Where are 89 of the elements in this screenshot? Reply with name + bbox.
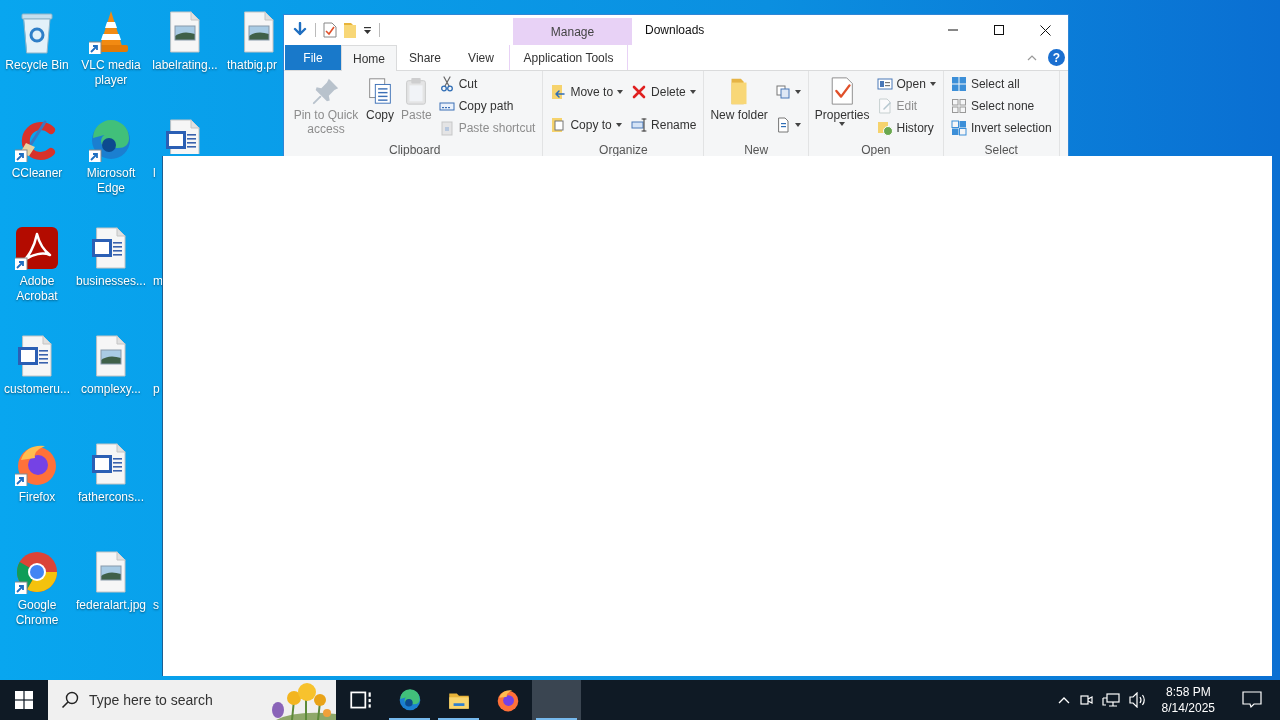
search-box[interactable]: Type here to search xyxy=(48,680,336,720)
ribbon-button[interactable]: Cut xyxy=(435,73,539,95)
copy-folder-icon xyxy=(550,116,567,133)
invert-selection-icon xyxy=(950,120,967,136)
icon-label[interactable]: federalart.jpg xyxy=(75,598,146,613)
delete-icon xyxy=(631,83,648,100)
window-title: Downloads xyxy=(644,23,706,37)
caret-icon xyxy=(839,122,846,126)
move-folder-icon xyxy=(550,83,567,100)
caret-icon xyxy=(929,82,936,86)
icon-label[interactable]: Adobe Acrobat xyxy=(0,274,74,304)
caret-icon xyxy=(617,89,624,94)
icon-label[interactable]: fathercons... xyxy=(77,490,144,505)
notification-icon[interactable] xyxy=(1242,691,1262,709)
group-label: Clipboard xyxy=(388,143,442,156)
help-button[interactable]: ? xyxy=(1048,49,1065,66)
ribbon-tab[interactable]: View xyxy=(453,45,509,70)
maximize-icon xyxy=(994,25,1004,35)
pin-icon xyxy=(311,76,341,106)
ribbon-button[interactable]: Select none xyxy=(947,95,1055,117)
caret-icon xyxy=(615,122,622,127)
windows-logo-icon xyxy=(15,691,33,709)
ribbon-button[interactable]: Move to xyxy=(547,80,627,103)
ribbon-tab[interactable]: Application Tools xyxy=(509,45,628,70)
open-icon xyxy=(876,76,893,92)
ribbon-button[interactable]: Open xyxy=(873,73,939,95)
edit-icon xyxy=(876,98,893,114)
collapse-ribbon-icon[interactable] xyxy=(1027,54,1037,61)
shortcut-clipboard-icon xyxy=(438,120,455,136)
icon-label[interactable]: l xyxy=(153,166,156,181)
icon-label[interactable]: Recycle Bin xyxy=(5,58,69,73)
group-label: Open xyxy=(860,143,892,156)
caret-icon xyxy=(794,122,801,127)
swirl-icon[interactable] xyxy=(89,118,133,162)
group-label: Organize xyxy=(598,143,649,156)
chevron-up-icon[interactable] xyxy=(1057,696,1070,704)
ribbon-button[interactable]: Properties xyxy=(812,71,872,126)
clock-time[interactable]: 8:58 PM xyxy=(1165,684,1211,700)
icon-label[interactable]: VLC media player xyxy=(74,58,148,88)
icon-label[interactable]: thatbig.pr xyxy=(227,58,278,73)
running-indicator xyxy=(438,718,479,720)
icon-label[interactable]: p xyxy=(153,382,160,397)
download-arrow-icon[interactable] xyxy=(292,22,308,38)
rename-icon xyxy=(631,116,648,133)
icon-label[interactable]: CCleaner xyxy=(11,166,63,181)
icon-label[interactable]: Microsoft Edge xyxy=(74,166,148,196)
ribbon-button[interactable]: Invert selection xyxy=(947,117,1055,139)
ribbon-button[interactable]: History xyxy=(873,117,939,139)
running-indicator xyxy=(389,718,430,720)
icon-label[interactable]: s xyxy=(153,598,159,613)
customize-caret-icon[interactable] xyxy=(363,25,372,35)
ribbon-button[interactable]: Copy to xyxy=(547,113,627,136)
select-none-icon xyxy=(950,98,967,114)
ribbon-button[interactable]: New folder xyxy=(708,71,770,122)
camera-icon[interactable] xyxy=(1078,692,1093,708)
checked-document-icon[interactable] xyxy=(323,22,337,38)
ribbon-button[interactable]: Copy xyxy=(363,71,397,122)
network-icon[interactable] xyxy=(1101,692,1120,708)
ribbon-button[interactable]: Copy path xyxy=(435,95,539,117)
ribbon-button[interactable]: Rename xyxy=(628,113,700,136)
icon-label[interactable]: customeru... xyxy=(4,382,70,397)
context-tab-header: Manage xyxy=(513,18,632,45)
ribbon-button[interactable]: Delete xyxy=(628,80,700,103)
ribbon-tab[interactable]: Share xyxy=(397,45,453,70)
icon-label[interactable]: labelrating... xyxy=(152,58,218,73)
icon-label[interactable]: businesses... xyxy=(75,274,146,289)
speaker-icon[interactable] xyxy=(1128,692,1147,708)
caret-icon xyxy=(794,89,801,94)
icon-label[interactable]: Google Chrome xyxy=(0,598,74,628)
clock-date[interactable]: 8/14/2025 xyxy=(1161,700,1215,716)
tricolor-circle-icon[interactable] xyxy=(15,550,59,594)
icon-label[interactable]: complexy... xyxy=(81,382,141,397)
group-label: New xyxy=(743,143,770,156)
copy-item-icon xyxy=(774,83,791,100)
caret-icon xyxy=(689,89,696,94)
search-icon xyxy=(61,691,79,709)
ribbon-button[interactable]: Select all xyxy=(947,73,1055,95)
ribbon-tab[interactable]: File xyxy=(285,45,341,70)
search-field[interactable]: Type here to search xyxy=(87,691,256,709)
pdf-reader-icon[interactable] xyxy=(15,226,59,270)
history-icon xyxy=(876,120,893,136)
group-label: Select xyxy=(983,143,1019,156)
close-icon xyxy=(1039,24,1051,36)
select-all-icon xyxy=(950,76,967,92)
ribbon-tab[interactable]: Home xyxy=(341,45,397,71)
icon-label[interactable]: Firefox xyxy=(18,490,56,505)
icon-label[interactable]: m xyxy=(153,274,163,289)
scissors-icon xyxy=(438,76,455,92)
running-indicator xyxy=(536,718,577,720)
